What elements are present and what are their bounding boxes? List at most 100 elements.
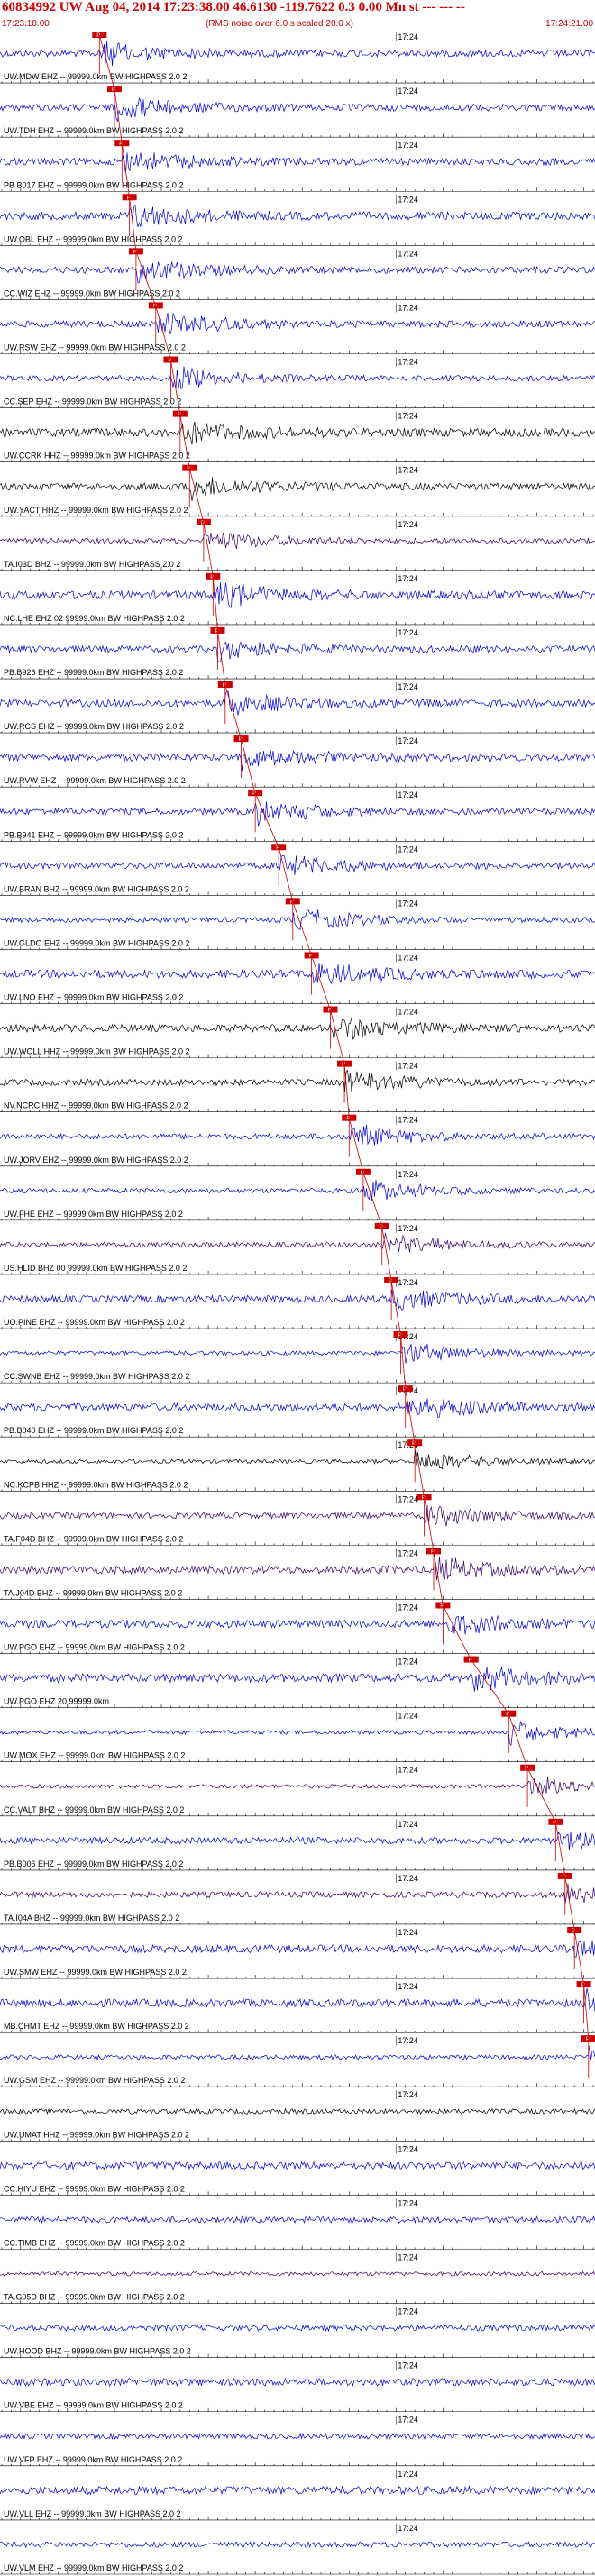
- waveform-trace: [0, 1832, 595, 1851]
- station-label: UW.GSM EHZ -- 99999.0km BW HIGHPASS 2.0 …: [4, 2076, 185, 2085]
- minute-label: 17:24: [398, 2416, 418, 2425]
- waveform-trace: [0, 477, 595, 501]
- trace-row: 17:24 UW.MDW EHZ -- 99999.0km BW HIGHPASS…: [0, 32, 595, 84]
- record-section-plot: 17:24 UW.MDW EHZ -- 99999.0km BW HIGHPASS…: [0, 32, 595, 2575]
- station-label: NC.KCPB HHZ -- 99999.0km BW HIGHPASS 2.0…: [4, 1480, 188, 1489]
- trace-row: 17:24 UW.FHE EHZ -- 99999.0km BW HIGHPASS…: [0, 1168, 595, 1221]
- station-label: UW.VLM EHZ -- 99999.0km BW HIGHPASS 2.0 …: [4, 2563, 183, 2572]
- station-label: CC.SEP EHZ -- 99999.0km BW HIGHPASS 2.0 …: [4, 397, 181, 406]
- waveform-trace: [0, 909, 595, 930]
- waveform-trace: [0, 312, 595, 334]
- waveform-trace: [0, 582, 595, 608]
- minute-label: 17:24: [398, 32, 418, 41]
- station-label: TA.I03D BHZ -- 99999.0km BW HIGHPASS 2.0…: [4, 560, 180, 569]
- pick-label: P: [586, 2037, 590, 2042]
- minute-label: 17:24: [398, 574, 418, 583]
- trace-row: 17:24 UW.VFP EHZ -- 99999.0km BW HIGHPASS…: [0, 2415, 595, 2467]
- waveform-trace: [0, 1987, 595, 2012]
- trace-row: 17:24 UW.RCS EHZ -- 99999.0km BW HIGHPASS…: [0, 681, 595, 734]
- waveform-trace: [0, 641, 595, 663]
- trace-row: 17:24 UW.RVW EHZ -- 99999.0km BW HIGHPASS…: [0, 735, 595, 788]
- minute-label: 17:24: [398, 2252, 418, 2261]
- moveout-line: [98, 34, 590, 2040]
- waveform-trace: [0, 260, 595, 284]
- minute-label: 17:24: [398, 1548, 418, 1557]
- station-label: UW.PGO EHZ 20 99999.0km: [4, 1697, 109, 1706]
- minute-label: 17:24: [398, 520, 418, 529]
- minute-label: 17:24: [398, 1008, 418, 1017]
- station-label: PB.B941 EHZ -- 99999.0km BW HIGHPASS 2.0…: [4, 830, 183, 839]
- station-label: US.HLID BHZ 00 99999.0km BW HIGHPASS 2.0…: [4, 1264, 187, 1273]
- waveform-trace: [0, 1232, 595, 1253]
- minute-label: 17:24: [398, 845, 418, 854]
- trace-row: 17:24 CC.TIMB EHZ -- 99999.0km BW HIGHPAS…: [0, 2198, 595, 2250]
- trace-row: 17:24 CC.HIYU EHZ -- 99999.0km BW HIGHPAS…: [0, 2144, 595, 2196]
- minute-label: 17:24: [398, 2307, 418, 2316]
- waveform-trace: [0, 1017, 595, 1041]
- minute-label: 17:24: [398, 2090, 418, 2099]
- station-label: UW.SMW EHZ -- 99999.0km BW HIGHPASS 2.0 …: [4, 1968, 187, 1977]
- minute-label: 17:24: [398, 466, 418, 475]
- station-label: UW.MOX EHZ -- 99999.0km BW HIGHPASS 2.0 …: [4, 1751, 185, 1760]
- waveform-trace: [0, 421, 595, 445]
- trace-row: 17:24UW.PGO EHZ 20 99999.0kmP: [0, 1656, 595, 1708]
- trace-row: 17:24 UW.LNO EHZ -- 99999.0km BW HIGHPASS…: [0, 952, 595, 1004]
- waveform-trace: [0, 1069, 595, 1092]
- minute-label: 17:24: [398, 358, 418, 367]
- trace-row: 17:24 PB.B941 EHZ -- 99999.0km BW HIGHPAS…: [0, 790, 595, 842]
- waveform-trace: [0, 1289, 595, 1311]
- trace-row: 17:24 UW.UMAT HHZ -- 99999.0km BW HIGHPAS…: [0, 2090, 595, 2142]
- waveform-trace: [0, 2377, 595, 2388]
- minute-label: 17:24: [398, 87, 418, 96]
- event-title: 60834992 UW Aug 04, 2014 17:23:38.00 46.…: [2, 0, 465, 14]
- minute-label: 17:24: [398, 1278, 418, 1287]
- waveform-trace: [0, 1883, 595, 1905]
- station-label: UW.GLDO EHZ -- 99999.0km BW HIGHPASS 2.0…: [4, 938, 189, 947]
- minute-label: 17:24: [398, 2036, 418, 2045]
- waveform-trace: [0, 96, 595, 123]
- waveform-trace: [0, 1449, 595, 1470]
- station-label: UW.PGO EHZ -- 99999.0km BW HIGHPASS 2.0 …: [4, 1643, 185, 1652]
- minute-label: 17:24: [398, 1224, 418, 1233]
- waveform-trace: [0, 2485, 595, 2496]
- plot-header: 60834992 UW Aug 04, 2014 17:23:38.00 46.…: [0, 0, 595, 32]
- trace-row: 17:24 UW.VBE EHZ -- 99999.0km BW HIGHPASS…: [0, 2361, 595, 2413]
- trace-row: 17:24 UW.HOOD BHZ -- 99999.0km BW HIGHPAS…: [0, 2307, 595, 2358]
- station-label: UW.VLL EHZ -- 99999.0km BW HIGHPASS 2.0 …: [4, 2509, 181, 2518]
- trace-row: 17:24 UW.SMW EHZ -- 99999.0km BW HIGHPASS…: [0, 1926, 595, 1979]
- waveform-trace: [0, 749, 595, 772]
- trace-row: 17:24 US.HLID BHZ 00 99999.0km BW HIGHPAS…: [0, 1222, 595, 1275]
- minute-label: 17:24: [398, 790, 418, 799]
- trace-row: 17:24 UW.RSW EHZ -- 99999.0km BW HIGHPASS…: [0, 302, 595, 354]
- waveform-trace: [0, 801, 595, 827]
- station-label: TA.F04D BHZ -- 99999.0km BW HIGHPASS 2.0…: [4, 1534, 183, 1543]
- trace-row: 17:24 TA.I04A BHZ -- 99999.0km BW HIGHPAS…: [0, 1872, 595, 1925]
- waveform-trace: [0, 1614, 595, 1635]
- minute-label: 17:24: [398, 2524, 418, 2533]
- trace-row: 17:24 PB.B017 EHZ -- 99999.0km BW HIGHPAS…: [0, 140, 595, 192]
- station-label: CC.HIYU EHZ -- 99999.0km BW HIGHPASS 2.0…: [4, 2184, 185, 2193]
- waveform-trace: [0, 2107, 595, 2115]
- minute-label: 17:24: [398, 412, 418, 421]
- station-label: UW.HOOD BHZ -- 99999.0km BW HIGHPASS 2.0…: [4, 2347, 191, 2356]
- end-time-label: 17:24:21.00: [545, 19, 593, 29]
- waveform-trace: [0, 2215, 595, 2224]
- station-label: CC.VALT BHZ -- 99999.0km BW HIGHPASS 2.0…: [4, 1805, 184, 1814]
- trace-row: 17:24 UW.GLDO EHZ -- 99999.0km BW HIGHPAS…: [0, 898, 595, 950]
- minute-label: 17:24: [398, 303, 418, 312]
- trace-row: 17:24 UO.PINE EHZ -- 99999.0km BW HIGHPAS…: [0, 1276, 595, 1329]
- waveform-trace: [0, 204, 595, 228]
- minute-label: 17:24: [398, 1928, 418, 1937]
- waveform-trace: [0, 1343, 595, 1364]
- minute-label: 17:24: [398, 1766, 418, 1775]
- station-label: UW.VFP EHZ -- 99999.0km BW HIGHPASS 2.0 …: [4, 2455, 182, 2464]
- station-label: UW.OBL EHZ -- 99999.0km BW HIGHPASS 2.0 …: [4, 234, 183, 243]
- minute-label: 17:24: [398, 1712, 418, 1721]
- waveform-trace: [0, 1941, 595, 1959]
- trace-row: 17:24NC.KCPB HHZ -- 99999.0km BW HIGHPAS…: [0, 1439, 595, 1492]
- trace-row: 17:24 PB.B926 EHZ -- 99999.0km BW HIGHPAS…: [0, 626, 595, 680]
- station-label: TA.G05D BHZ -- 99999.0km BW HIGHPASS 2.0…: [4, 2293, 185, 2302]
- waveform-trace: [0, 2045, 595, 2061]
- minute-label: 17:24: [398, 1603, 418, 1612]
- station-label: NC.LHE EHZ 02 99999.0km BW HIGHPASS 2.0 …: [4, 614, 185, 623]
